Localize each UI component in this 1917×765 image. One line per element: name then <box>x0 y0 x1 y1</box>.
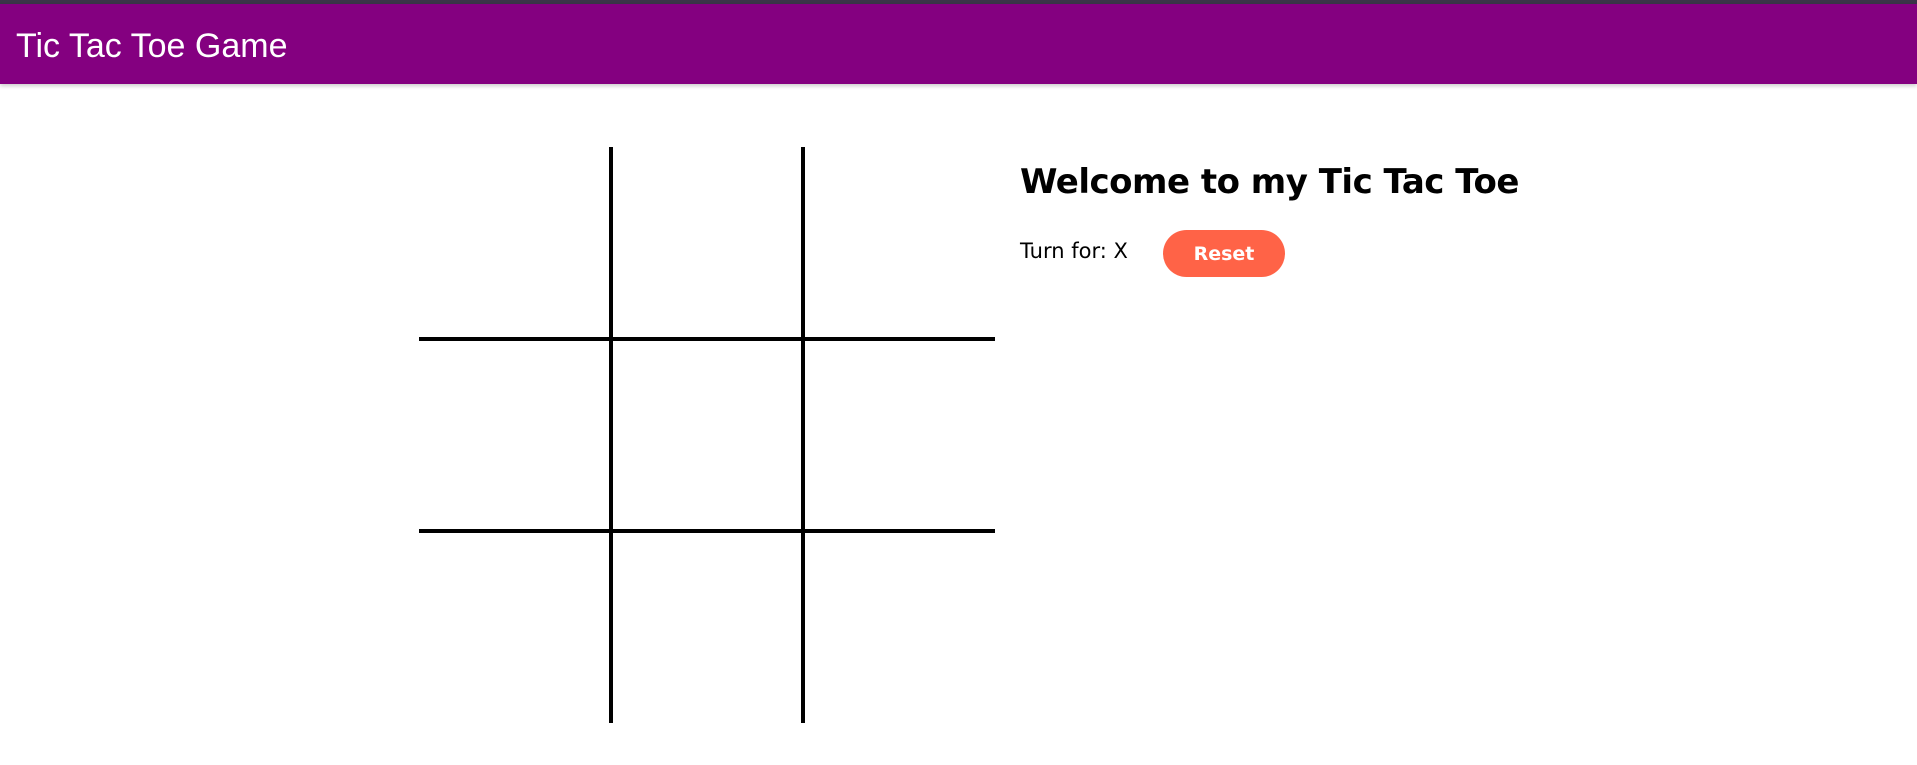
turn-indicator: Turn for: X <box>1020 236 1128 266</box>
board-cell-2[interactable] <box>611 147 803 339</box>
game-board <box>419 147 995 723</box>
grid-line-horizontal-2 <box>419 529 995 533</box>
turn-label: Turn for: <box>1020 239 1107 263</box>
board-cell-3[interactable] <box>803 147 995 339</box>
app-bar: Tic Tac Toe Game <box>0 4 1917 84</box>
board-cell-7[interactable] <box>419 531 611 723</box>
grid-line-vertical-2 <box>801 147 805 723</box>
board-cell-5[interactable] <box>611 339 803 531</box>
grid-line-horizontal-1 <box>419 337 995 341</box>
reset-button[interactable]: Reset <box>1163 230 1285 277</box>
grid-line-vertical-1 <box>609 147 613 723</box>
board-cell-6[interactable] <box>803 339 995 531</box>
board-cell-9[interactable] <box>803 531 995 723</box>
board-cell-1[interactable] <box>419 147 611 339</box>
board-cell-8[interactable] <box>611 531 803 723</box>
turn-player: X <box>1113 239 1128 263</box>
board-cell-4[interactable] <box>419 339 611 531</box>
welcome-heading: Welcome to my Tic Tac Toe <box>1020 162 1519 202</box>
app-title: Tic Tac Toe Game <box>16 27 288 65</box>
